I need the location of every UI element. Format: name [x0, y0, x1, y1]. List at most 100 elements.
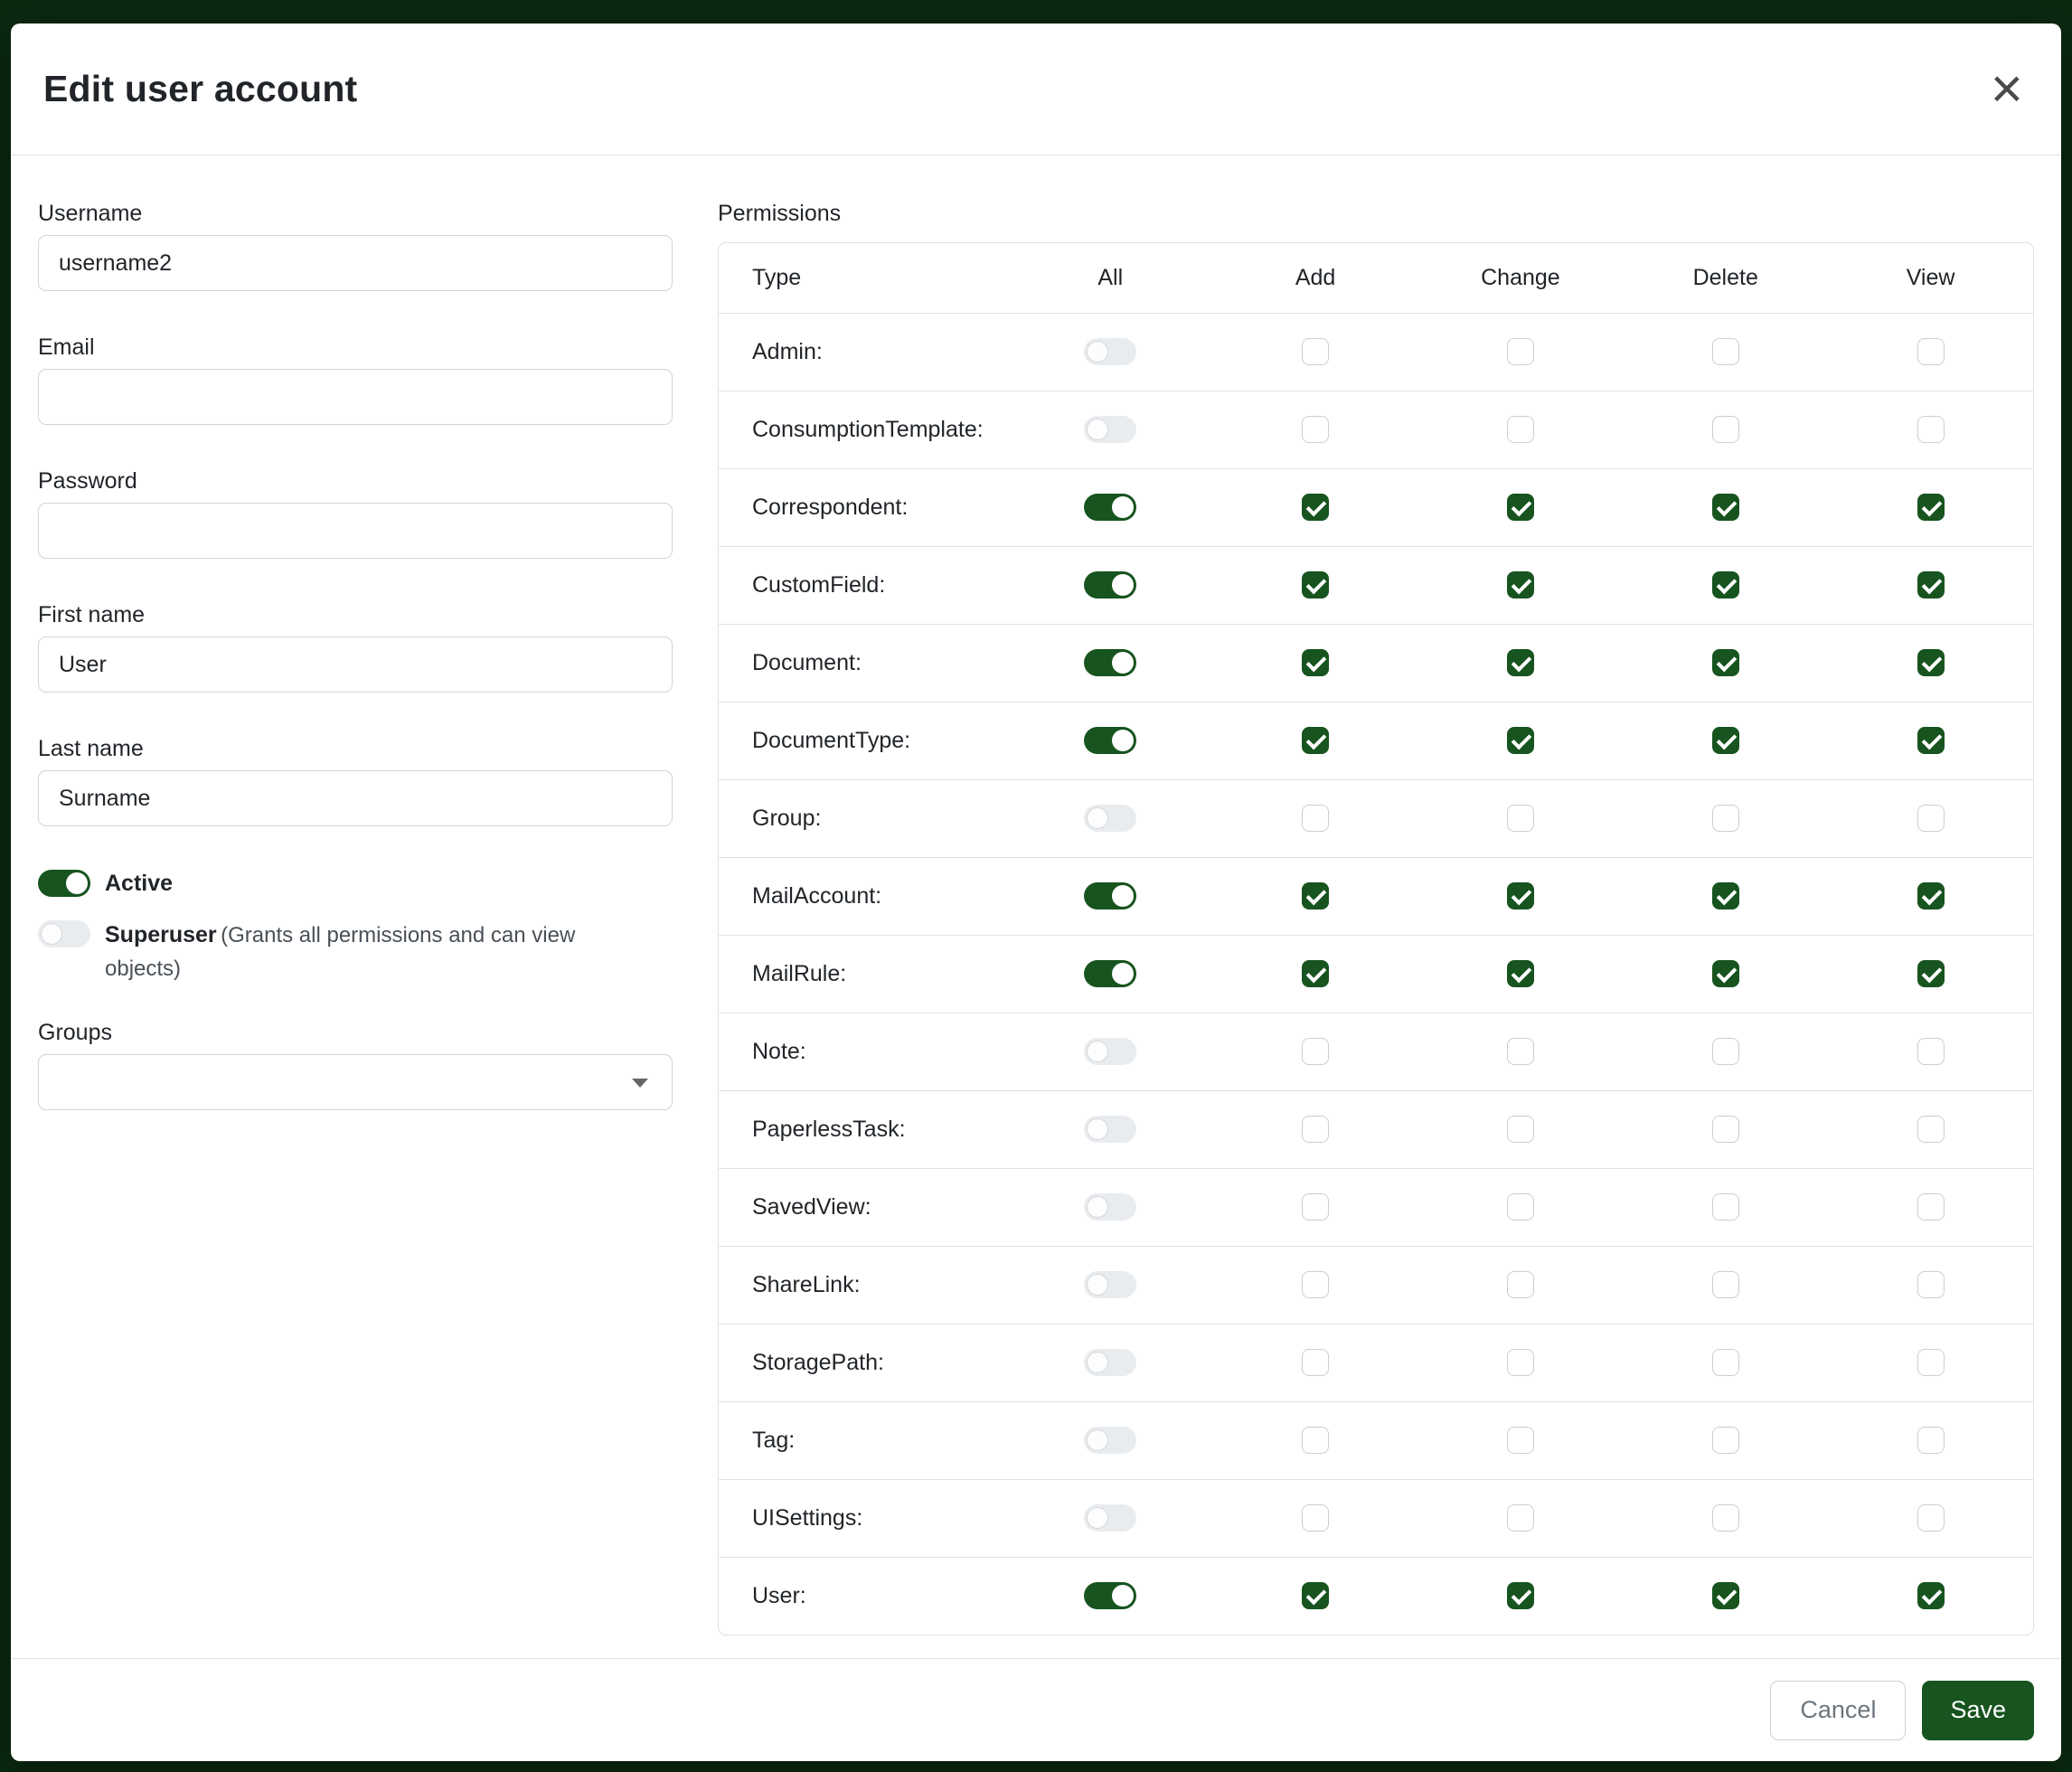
superuser-toggle[interactable]: [38, 920, 90, 947]
permission-view-checkbox[interactable]: [1917, 1504, 1945, 1532]
permission-all-toggle[interactable]: [1084, 1427, 1136, 1454]
permission-change-checkbox[interactable]: [1507, 1504, 1534, 1532]
cancel-button[interactable]: Cancel: [1770, 1681, 1906, 1740]
permission-delete-checkbox[interactable]: [1712, 960, 1739, 987]
permission-change-checkbox[interactable]: [1507, 1582, 1534, 1609]
permission-delete-checkbox[interactable]: [1712, 1271, 1739, 1298]
permission-all-toggle[interactable]: [1084, 1193, 1136, 1221]
permission-add-checkbox[interactable]: [1302, 649, 1329, 676]
permission-add-checkbox[interactable]: [1302, 338, 1329, 365]
permission-all-toggle[interactable]: [1084, 1582, 1136, 1609]
permission-view-checkbox[interactable]: [1917, 882, 1945, 910]
permission-delete-checkbox[interactable]: [1712, 649, 1739, 676]
permission-view-checkbox[interactable]: [1917, 727, 1945, 754]
permission-add-checkbox[interactable]: [1302, 1193, 1329, 1221]
permission-add-checkbox[interactable]: [1302, 727, 1329, 754]
permission-change-checkbox[interactable]: [1507, 494, 1534, 521]
permission-add-checkbox[interactable]: [1302, 805, 1329, 832]
close-icon[interactable]: ×: [1985, 61, 2029, 118]
permission-delete-checkbox[interactable]: [1712, 727, 1739, 754]
groups-select[interactable]: [38, 1054, 673, 1110]
permission-change-checkbox[interactable]: [1507, 1116, 1534, 1143]
permission-change-checkbox[interactable]: [1507, 727, 1534, 754]
username-input[interactable]: [38, 235, 673, 291]
permission-view-checkbox[interactable]: [1917, 1427, 1945, 1454]
permission-view-checkbox[interactable]: [1917, 649, 1945, 676]
permission-delete-checkbox[interactable]: [1712, 882, 1739, 910]
permission-delete-checkbox[interactable]: [1712, 494, 1739, 521]
permission-view-checkbox[interactable]: [1917, 1349, 1945, 1376]
permission-all-toggle[interactable]: [1084, 494, 1136, 521]
permission-add-checkbox[interactable]: [1302, 960, 1329, 987]
permission-view-checkbox[interactable]: [1917, 338, 1945, 365]
permission-change-checkbox[interactable]: [1507, 1193, 1534, 1221]
permission-all-toggle[interactable]: [1084, 882, 1136, 910]
permission-all-toggle[interactable]: [1084, 416, 1136, 443]
permission-delete-checkbox[interactable]: [1712, 1504, 1739, 1532]
permission-all-toggle[interactable]: [1084, 338, 1136, 365]
permission-change-checkbox[interactable]: [1507, 649, 1534, 676]
permission-change-checkbox[interactable]: [1507, 805, 1534, 832]
permission-add-checkbox[interactable]: [1302, 571, 1329, 599]
permission-change-checkbox[interactable]: [1507, 1427, 1534, 1454]
first-name-input[interactable]: [38, 636, 673, 693]
permission-add-checkbox[interactable]: [1302, 1038, 1329, 1065]
permission-all-toggle-knob: [1087, 807, 1108, 829]
permission-delete-checkbox[interactable]: [1712, 571, 1739, 599]
permission-all-toggle[interactable]: [1084, 1504, 1136, 1532]
permission-delete-checkbox[interactable]: [1712, 1427, 1739, 1454]
permission-change-checkbox[interactable]: [1507, 1038, 1534, 1065]
permission-view-checkbox[interactable]: [1917, 494, 1945, 521]
permission-change-checkbox[interactable]: [1507, 571, 1534, 599]
permission-type-label: CustomField:: [752, 572, 885, 598]
permission-all-toggle[interactable]: [1084, 1349, 1136, 1376]
permission-delete-checkbox[interactable]: [1712, 1349, 1739, 1376]
permission-add-checkbox[interactable]: [1302, 1427, 1329, 1454]
permission-view-checkbox[interactable]: [1917, 1271, 1945, 1298]
save-button[interactable]: Save: [1922, 1681, 2034, 1740]
permission-view-checkbox[interactable]: [1917, 1038, 1945, 1065]
permission-type-label: ConsumptionTemplate:: [752, 417, 984, 442]
permission-view-checkbox[interactable]: [1917, 416, 1945, 443]
permission-change-checkbox[interactable]: [1507, 1271, 1534, 1298]
permission-add-checkbox[interactable]: [1302, 1349, 1329, 1376]
last-name-input[interactable]: [38, 770, 673, 826]
permission-view-checkbox[interactable]: [1917, 1193, 1945, 1221]
permission-all-toggle[interactable]: [1084, 1271, 1136, 1298]
permission-view-checkbox[interactable]: [1917, 571, 1945, 599]
permission-all-toggle[interactable]: [1084, 649, 1136, 676]
permission-add-checkbox[interactable]: [1302, 1504, 1329, 1532]
permission-change-checkbox[interactable]: [1507, 960, 1534, 987]
permission-all-toggle[interactable]: [1084, 1038, 1136, 1065]
permission-all-toggle[interactable]: [1084, 805, 1136, 832]
permission-delete-checkbox[interactable]: [1712, 1116, 1739, 1143]
permission-view-checkbox[interactable]: [1917, 805, 1945, 832]
active-toggle[interactable]: [38, 870, 90, 897]
permission-add-checkbox[interactable]: [1302, 416, 1329, 443]
permission-all-toggle[interactable]: [1084, 571, 1136, 599]
permission-add-checkbox[interactable]: [1302, 1271, 1329, 1298]
permission-all-toggle[interactable]: [1084, 1116, 1136, 1143]
permission-delete-checkbox[interactable]: [1712, 338, 1739, 365]
permission-view-checkbox[interactable]: [1917, 960, 1945, 987]
permission-add-checkbox[interactable]: [1302, 1582, 1329, 1609]
permission-change-checkbox[interactable]: [1507, 416, 1534, 443]
permission-all-toggle[interactable]: [1084, 960, 1136, 987]
permission-delete-checkbox[interactable]: [1712, 1582, 1739, 1609]
password-input[interactable]: [38, 503, 673, 559]
email-input[interactable]: [38, 369, 673, 425]
permission-change-checkbox[interactable]: [1507, 338, 1534, 365]
permission-type-label: MailAccount:: [752, 883, 881, 909]
permission-delete-checkbox[interactable]: [1712, 1193, 1739, 1221]
permission-change-checkbox[interactable]: [1507, 1349, 1534, 1376]
permission-add-checkbox[interactable]: [1302, 1116, 1329, 1143]
permission-view-checkbox[interactable]: [1917, 1582, 1945, 1609]
permission-all-toggle[interactable]: [1084, 727, 1136, 754]
permission-delete-checkbox[interactable]: [1712, 1038, 1739, 1065]
permission-change-checkbox[interactable]: [1507, 882, 1534, 910]
permission-delete-checkbox[interactable]: [1712, 416, 1739, 443]
permission-add-checkbox[interactable]: [1302, 494, 1329, 521]
permission-add-checkbox[interactable]: [1302, 882, 1329, 910]
permission-delete-checkbox[interactable]: [1712, 805, 1739, 832]
permission-view-checkbox[interactable]: [1917, 1116, 1945, 1143]
